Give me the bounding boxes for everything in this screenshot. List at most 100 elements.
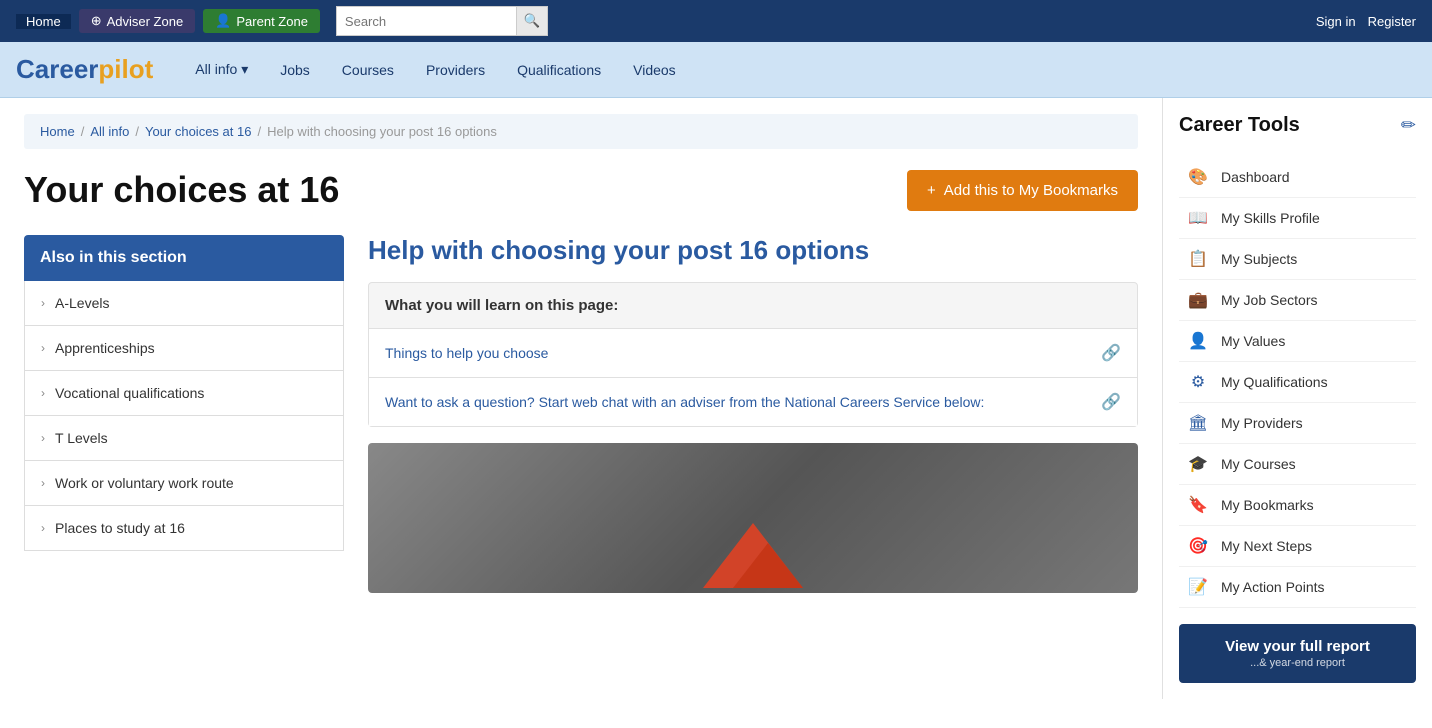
article-content: Help with choosing your post 16 options … [368,235,1138,593]
tool-job-sectors[interactable]: 💼 My Job Sectors [1179,280,1416,321]
nav-courses[interactable]: Courses [328,56,408,84]
learn-box: What you will learn on this page: Things… [368,282,1138,427]
adviser-zone-link[interactable]: ⊕ Adviser Zone [79,9,196,33]
register-link[interactable]: Register [1368,14,1416,29]
tool-bookmarks[interactable]: 🔖 My Bookmarks [1179,485,1416,526]
article-image-svg [693,513,813,593]
main-nav-links: All info ▾ Jobs Courses Providers Qualif… [181,55,689,84]
adviser-icon: ⊕ [91,13,102,29]
search-input[interactable] [336,6,516,36]
logo-pilot: pilot [98,54,153,84]
main-nav: Careerpilot All info ▾ Jobs Courses Prov… [0,42,1432,98]
tool-label: My Job Sectors [1221,292,1317,308]
qualifications-icon: ⚙ [1187,372,1209,392]
tool-providers[interactable]: 🏛 My Providers [1179,403,1416,444]
sidebar-item-label: A-Levels [55,295,109,311]
tool-courses[interactable]: 🎓 My Courses [1179,444,1416,485]
dashboard-icon: 🎨 [1187,167,1209,187]
chevron-icon: › [41,386,45,400]
content-row: Also in this section › A-Levels › Appren… [24,235,1138,593]
job-sectors-icon: 💼 [1187,290,1209,310]
bookmarks-icon: 🔖 [1187,495,1209,515]
section-sidebar-items: › A-Levels › Apprenticeships › Vocationa… [24,281,344,551]
tool-label: My Skills Profile [1221,210,1320,226]
breadcrumb-allinfo[interactable]: All info [90,124,129,139]
tool-action-points[interactable]: 📝 My Action Points [1179,567,1416,608]
sidebar-item-places-study[interactable]: › Places to study at 16 [25,506,343,550]
top-bar: Home ⊕ Adviser Zone 👤 Parent Zone 🔍 Sign… [0,0,1432,42]
chevron-icon: › [41,431,45,445]
sidebar-item-label: Vocational qualifications [55,385,204,401]
breadcrumb-home[interactable]: Home [40,124,75,139]
section-sidebar: Also in this section › A-Levels › Appren… [24,235,344,593]
breadcrumb: Home / All info / Your choices at 16 / H… [24,114,1138,149]
sidebar-item-label: Work or voluntary work route [55,475,234,491]
sidebar-item-apprenticeships[interactable]: › Apprenticeships [25,326,343,371]
learn-box-item-1: Things to help you choose 🔗 [369,329,1137,378]
search-button[interactable]: 🔍 [516,6,548,36]
parent-zone-link[interactable]: 👤 Parent Zone [203,9,320,33]
external-link-icon-2: 🔗 [1101,392,1121,412]
page-title-row: Your choices at 16 + Add this to My Book… [24,169,1138,211]
home-nav-link[interactable]: Home [16,14,71,29]
tool-subjects[interactable]: 📋 My Subjects [1179,239,1416,280]
breadcrumb-sep3: / [257,124,261,139]
tool-qualifications[interactable]: ⚙ My Qualifications [1179,362,1416,403]
parent-icon: 👤 [215,13,231,29]
signin-link[interactable]: Sign in [1316,14,1356,29]
section-sidebar-header: Also in this section [24,235,344,281]
nav-providers[interactable]: Providers [412,56,499,84]
nav-all-info[interactable]: All info ▾ [181,55,262,84]
breadcrumb-current: Help with choosing your post 16 options [267,124,497,139]
chevron-icon: › [41,521,45,535]
learn-box-header: What you will learn on this page: [369,283,1137,329]
tool-label: My Subjects [1221,251,1297,267]
tool-label: My Bookmarks [1221,497,1314,513]
nav-qualifications[interactable]: Qualifications [503,56,615,84]
career-tools-header: Career Tools ✏ [1179,114,1416,137]
action-points-icon: 📝 [1187,577,1209,597]
tool-skills-profile[interactable]: 📖 My Skills Profile [1179,198,1416,239]
breadcrumb-sep2: / [135,124,139,139]
logo[interactable]: Careerpilot [16,54,153,85]
sidebar-item-tlevels[interactable]: › T Levels [25,416,343,461]
tool-dashboard[interactable]: 🎨 Dashboard [1179,157,1416,198]
tool-label: My Providers [1221,415,1303,431]
values-icon: 👤 [1187,331,1209,351]
sidebar-item-label: T Levels [55,430,108,446]
search-container: 🔍 [336,6,548,36]
courses-icon: 🎓 [1187,454,1209,474]
page-title: Your choices at 16 [24,169,339,211]
breadcrumb-choices[interactable]: Your choices at 16 [145,124,251,139]
tool-label: My Courses [1221,456,1296,472]
chevron-icon: › [41,296,45,310]
sidebar-item-vocational[interactable]: › Vocational qualifications [25,371,343,416]
next-steps-icon: 🎯 [1187,536,1209,556]
nav-jobs[interactable]: Jobs [266,56,324,84]
sidebar-item-alevels[interactable]: › A-Levels [25,281,343,326]
subjects-icon: 📋 [1187,249,1209,269]
page-wrapper: Home / All info / Your choices at 16 / H… [0,98,1432,699]
article-image [368,443,1138,593]
view-report-button[interactable]: View your full report ...& year-end repo… [1179,624,1416,683]
tool-label: My Values [1221,333,1285,349]
sidebar-item-label: Apprenticeships [55,340,155,356]
chevron-icon: › [41,476,45,490]
tool-values[interactable]: 👤 My Values [1179,321,1416,362]
tool-label: My Qualifications [1221,374,1328,390]
learn-link-1[interactable]: Things to help you choose [385,345,548,361]
chevron-icon: › [41,341,45,355]
nav-videos[interactable]: Videos [619,56,690,84]
sidebar-item-label: Places to study at 16 [55,520,185,536]
edit-icon[interactable]: ✏ [1401,115,1416,136]
breadcrumb-sep1: / [81,124,85,139]
learn-link-2[interactable]: Want to ask a question? Start web chat w… [385,394,984,410]
tool-next-steps[interactable]: 🎯 My Next Steps [1179,526,1416,567]
providers-icon: 🏛 [1187,413,1209,433]
bookmark-button[interactable]: + Add this to My Bookmarks [907,170,1138,211]
bookmark-plus-icon: + [927,182,936,199]
tool-label: Dashboard [1221,169,1290,185]
skills-icon: 📖 [1187,208,1209,228]
logo-career: Career [16,54,98,84]
sidebar-item-work-route[interactable]: › Work or voluntary work route [25,461,343,506]
